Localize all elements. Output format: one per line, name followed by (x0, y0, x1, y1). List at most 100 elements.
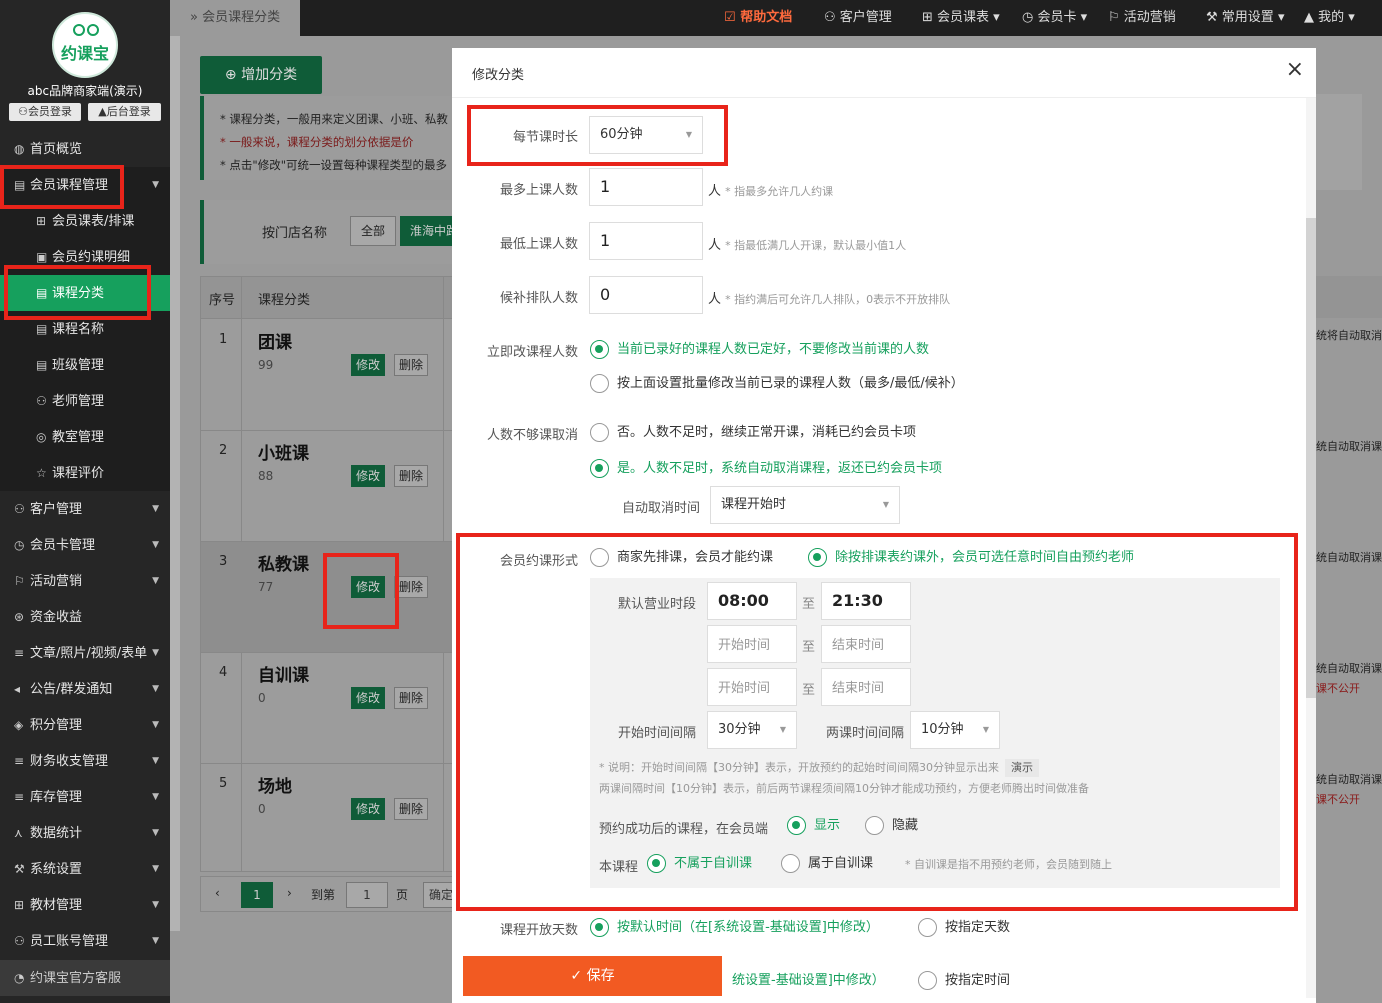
highlight-box (4, 265, 151, 320)
edit-button[interactable]: 修改 (351, 354, 385, 376)
delete-button[interactable]: 删除 (394, 798, 428, 820)
auto-cancel-time-select[interactable]: 课程开始时 ▼ (710, 486, 900, 524)
caret-down-icon: ▼ (152, 684, 159, 694)
table-row: 4 自训课 0 修改 删除 (201, 653, 453, 764)
open-days-custom-radio[interactable]: 按指定天数 (918, 918, 1010, 938)
right-col-cell: 统自动取消课 (1316, 551, 1382, 564)
doc-icon: ▤ (36, 358, 48, 372)
cancel-no-radio[interactable]: 否。人数不足时，继续正常开课，消耗已约会员卡项 (590, 423, 916, 443)
nav-inventory[interactable]: ≡ 库存管理 ▼ (0, 779, 170, 815)
menu-customer[interactable]: ⚇ 客户管理 (824, 0, 892, 36)
caret-down-icon: ▼ (152, 504, 159, 514)
admin-login-button[interactable]: ▲后台登录 (88, 103, 161, 121)
modal-header: 修改分类 × (452, 48, 1316, 98)
modal-scroll-thumb[interactable] (1306, 218, 1316, 698)
clock-icon: ◷ (14, 538, 25, 552)
prev-page-icon[interactable]: ‹ (215, 886, 220, 900)
breadcrumb: » 会员课程分类 (190, 0, 300, 36)
user-icon: ⚇ (36, 394, 47, 408)
highlight-box (467, 105, 728, 166)
top-menu-bar: ☑ 帮助文档 ⚇ 客户管理 ⊞ 会员课表 ▾ ◷ 会员卡 ▾ ⚐ 活动营销 ⚒ … (300, 0, 1382, 36)
customer-service-link[interactable]: ◔ 约课宝官方客服 (0, 960, 170, 996)
yen-icon: ⊛ (14, 610, 25, 624)
next-page-icon[interactable]: › (287, 886, 292, 900)
user-icon: ▲ (98, 105, 107, 118)
user-icon: ⚇ (824, 10, 840, 25)
flag-icon: ⚐ (14, 574, 25, 588)
nav-teacher-management[interactable]: ⚇ 老师管理 (0, 383, 170, 419)
menu-member-card[interactable]: ◷ 会员卡 ▾ (1022, 0, 1087, 36)
caret-down-icon: ▼ (152, 864, 159, 874)
member-login-button[interactable]: ⚇会员登录 (9, 103, 81, 121)
open-days-default-radio[interactable]: 按默认时间（在[系统设置-基础设置]中修改） (590, 918, 879, 938)
filter-store-button[interactable]: 淮海中路店 (400, 216, 460, 246)
table-row: 2 小班课 88 修改 删除 (201, 431, 453, 542)
doc-icon: ☑ (724, 10, 741, 25)
delete-button[interactable]: 删除 (394, 354, 428, 376)
flag-icon: ⚐ (1108, 10, 1124, 25)
min-students-input[interactable]: 1 (589, 222, 703, 260)
sliders-icon: ≡ (14, 754, 25, 768)
nav-classroom-management[interactable]: ◎ 教室管理 (0, 419, 170, 455)
change-now-batch-radio[interactable]: 按上面设置批量修改当前已录的课程人数（最多/最低/候补） (590, 374, 964, 394)
max-students-input[interactable]: 1 (589, 168, 703, 206)
waitlist-input[interactable]: 0 (589, 276, 703, 314)
menu-common-settings[interactable]: ⚒ 常用设置 ▾ (1206, 0, 1284, 36)
nav-notice[interactable]: ◂ 公告/群发通知 ▼ (0, 671, 170, 707)
nav-staff-accounts[interactable]: ⚇ 员工账号管理 ▼ (0, 923, 170, 959)
nav-materials[interactable]: ⊞ 教材管理 ▼ (0, 887, 170, 923)
nav-revenue[interactable]: ⊛ 资金收益 (0, 599, 170, 635)
page-current[interactable]: 1 (241, 882, 273, 908)
edit-button[interactable]: 修改 (351, 798, 385, 820)
save-button[interactable]: ✓ 保存 (463, 956, 722, 996)
menu-schedule[interactable]: ⊞ 会员课表 ▾ (922, 0, 1000, 36)
right-col-cell: 统将自动取消 (1316, 329, 1382, 342)
delete-button[interactable]: 删除 (394, 465, 428, 487)
nav-statistics[interactable]: ⋏ 数据统计 ▼ (0, 815, 170, 851)
logo-text: 约课宝 (60, 44, 109, 63)
check-icon: ✓ (570, 968, 587, 984)
delete-button[interactable]: 删除 (394, 576, 428, 598)
sidebar: 约课宝 abc品牌商家端(演示) ⚇会员登录 ▲后台登录 ◍ 首页概览 ▤ 会员课程… (0, 0, 170, 1003)
caret-down-icon: ▼ (152, 648, 159, 658)
nav-course-review[interactable]: ☆ 课程评价 (0, 455, 170, 491)
logo: 约课宝 (52, 12, 118, 78)
caret-down-icon: ▼ (152, 828, 159, 838)
close-icon[interactable]: × (1286, 56, 1304, 84)
caret-down-icon: ▾ (1076, 10, 1088, 25)
nav-articles[interactable]: ≡ 文章/照片/视频/表单 ▼ (0, 635, 170, 671)
table-row: 5 场地 0 修改 删除 (201, 764, 453, 871)
dashboard-icon: ◍ (14, 142, 25, 156)
delete-button[interactable]: 删除 (394, 687, 428, 709)
nav-points[interactable]: ◈ 积分管理 ▼ (0, 707, 170, 743)
page-jump-input[interactable]: 1 (346, 882, 388, 908)
table-row: 1 团课 99 修改 删除 (201, 320, 453, 431)
nav-dashboard[interactable]: ◍ 首页概览 (0, 131, 170, 167)
menu-my-account[interactable]: ▲ 我的 ▾ (1304, 0, 1355, 36)
change-now-keep-radio[interactable]: 当前已录好的课程人数已定好，不要修改当前课的人数 (590, 340, 929, 360)
table-header: 序号 课程分类 (201, 277, 453, 319)
double-chevron-icon: » (190, 10, 198, 25)
book-icon: ⊞ (922, 10, 938, 25)
nav-marketing[interactable]: ⚐ 活动营销 ▼ (0, 563, 170, 599)
right-col-cell: 统自动取消课 课不公开 (1316, 773, 1382, 806)
modal-title: 修改分类 (472, 68, 525, 83)
edit-button[interactable]: 修改 (351, 687, 385, 709)
caret-down-icon: ▼ (152, 756, 159, 766)
help-docs-link[interactable]: ☑ 帮助文档 (724, 0, 792, 36)
add-category-button[interactable]: ⊕ 增加分类 (200, 56, 322, 94)
open-time-custom-radio[interactable]: 按指定时间 (918, 971, 1010, 991)
sliders-icon: ≡ (14, 646, 25, 660)
filter-all-button[interactable]: 全部 (350, 216, 396, 246)
nav-class-management[interactable]: ▤ 班级管理 (0, 347, 170, 383)
nav-system-settings[interactable]: ⚒ 系统设置 ▼ (0, 851, 170, 887)
nav-finance[interactable]: ≡ 财务收支管理 ▼ (0, 743, 170, 779)
nav-customer[interactable]: ⚇ 客户管理 ▼ (0, 491, 170, 527)
menu-marketing[interactable]: ⚐ 活动营销 (1108, 0, 1176, 36)
edit-button[interactable]: 修改 (351, 465, 385, 487)
cancel-yes-radio[interactable]: 是。人数不足时，系统自动取消课程，返还已约会员卡项 (590, 459, 942, 479)
user-icon: ⚇ (18, 105, 28, 118)
highlight-box (0, 165, 124, 209)
nav-member-card[interactable]: ◷ 会员卡管理 ▼ (0, 527, 170, 563)
store-filter: 按门店名称 全部 淮海中路店 (200, 200, 460, 264)
